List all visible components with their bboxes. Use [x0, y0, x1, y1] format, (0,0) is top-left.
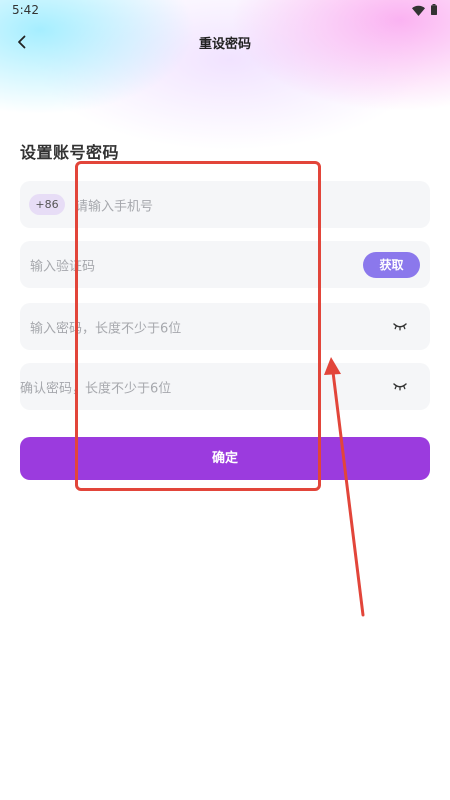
password-input[interactable]: 输入密码，长度不少于6位 [20, 303, 430, 350]
country-code-selector[interactable]: +86 [29, 194, 65, 215]
phone-input[interactable]: +86 请输入手机号 [20, 181, 430, 228]
eye-closed-icon[interactable] [392, 319, 408, 333]
status-time: 5:42 [12, 3, 39, 17]
get-code-button[interactable]: 获取 [363, 252, 420, 278]
page-title: 重设密码 [198, 37, 251, 52]
password-placeholder: 输入密码，长度不少于6位 [30, 321, 182, 336]
phone-placeholder: 请输入手机号 [75, 199, 154, 214]
section-title: 设置账号密码 [20, 143, 120, 162]
nav-bar: 重设密码 [0, 24, 450, 60]
eye-closed-icon[interactable] [392, 379, 408, 393]
status-bar: 5:42 [0, 0, 450, 22]
battery-icon [431, 4, 437, 15]
confirm-button[interactable]: 确定 [20, 437, 430, 480]
code-placeholder: 输入验证码 [30, 259, 96, 274]
confirm-password-placeholder: 确认密码，长度不少于6位 [20, 381, 172, 396]
wifi-icon [412, 5, 425, 16]
confirm-password-input[interactable]: 确认密码，长度不少于6位 [20, 363, 430, 410]
verification-code-input[interactable]: 输入验证码 获取 [20, 241, 430, 288]
